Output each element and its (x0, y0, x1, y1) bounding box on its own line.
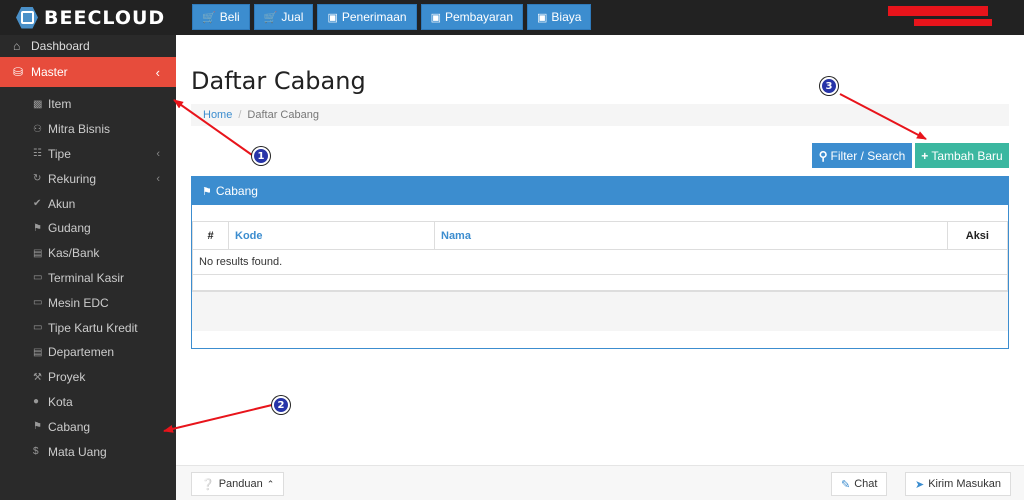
check-icon: ✔ (33, 198, 42, 210)
panduan-button[interactable]: ❔ Panduan ⌃ (191, 472, 285, 496)
sidebar-item-akun[interactable]: ✔ Akun (0, 191, 176, 216)
sidebar-item-mitra-bisnis[interactable]: ⚇ Mitra Bisnis (0, 117, 176, 142)
quick-nav: 🛒 Beli 🛒 Jual ▣ Penerimaan ▣ Pembayaran … (192, 4, 592, 30)
dollar-icon: $ (33, 446, 39, 458)
sidebar-item-master[interactable]: ⛁ Master ‹ (0, 57, 182, 87)
database-icon: ⛁ (13, 65, 24, 79)
tambah-baru-button[interactable]: + Tambah Baru (915, 143, 1009, 168)
chevron-left-icon: ‹ (156, 147, 160, 160)
breadcrumb: Home / Daftar Cabang (191, 104, 1009, 126)
chevron-left-icon: ‹ (155, 64, 160, 80)
breadcrumb-current: Daftar Cabang (247, 109, 319, 121)
department-icon: ▤ (33, 346, 43, 358)
sidebar-item-rekuring[interactable]: ↻ Rekuring ‹ (0, 166, 176, 191)
beli-button[interactable]: 🛒 Beli (192, 4, 250, 30)
biaya-button[interactable]: ▣ Biaya (527, 4, 592, 30)
warehouse-icon: ⚑ (33, 222, 42, 234)
sidebar-item-terminal-kasir[interactable]: ▭ Terminal Kasir (0, 266, 176, 291)
question-icon: ❔ (201, 478, 215, 491)
filter-search-button[interactable]: ⚲ Filter / Search (812, 143, 912, 168)
top-bar: BEECLOUD 🛒 Beli 🛒 Jual ▣ Penerimaan ▣ Pe… (0, 0, 1024, 35)
users-icon: ⚇ (33, 123, 42, 135)
sitemap-icon: ☷ (33, 148, 42, 160)
money-icon: ▣ (537, 11, 548, 24)
main-content: Daftar Cabang Home / Daftar Cabang ⚲ Fil… (176, 35, 1024, 500)
column-header-kode[interactable]: Kode (228, 221, 435, 250)
chat-button[interactable]: ✎ Chat (831, 472, 888, 496)
plus-icon: + (921, 148, 929, 163)
flag-icon: ⚑ (202, 185, 212, 198)
sidebar-item-dashboard[interactable]: ⌂ Dashboard (0, 35, 176, 57)
money-icon: ▣ (327, 11, 338, 24)
cart-icon: 🛒 (263, 11, 278, 24)
sidebar-item-departemen[interactable]: ▤ Departemen (0, 340, 176, 365)
credit-card-icon: ▭ (33, 322, 43, 334)
home-icon: ⌂ (13, 39, 21, 53)
sidebar-item-item[interactable]: ▩ Item (0, 92, 176, 117)
search-icon: ⚲ (818, 148, 828, 163)
cart-icon: 🛒 (202, 11, 216, 24)
annotation-badge-2: 2 (272, 396, 290, 414)
sidebar-item-kas-bank[interactable]: ▤ Kas/Bank (0, 241, 176, 266)
user-info-redacted (914, 19, 992, 26)
column-header-nama[interactable]: Nama (434, 221, 948, 250)
breadcrumb-separator: / (238, 109, 242, 121)
sidebar-item-proyek[interactable]: ⚒ Proyek (0, 365, 176, 390)
cabang-panel: ⚑ Cabang # Kode Nama Aksi No results fou… (191, 176, 1009, 349)
panel-footer (192, 291, 1008, 331)
chevron-left-icon: ‹ (156, 172, 160, 185)
penerimaan-button[interactable]: ▣ Penerimaan (317, 4, 417, 30)
annotation-badge-3: 3 (820, 77, 838, 95)
monitor-icon: ▭ (33, 272, 43, 284)
sidebar: ⌂ Dashboard ⛁ Master ‹ ▩ Item ⚇ Mitra Bi… (0, 35, 182, 500)
flag-icon: ⚑ (33, 421, 42, 433)
chevron-up-icon: ⌃ (266, 478, 275, 489)
annotation-badge-1: 1 (252, 147, 270, 165)
cabang-table: # Kode Nama Aksi No results found. (192, 221, 1008, 291)
cube-icon: ▩ (33, 98, 43, 110)
sidebar-item-tipe-kartu-kredit[interactable]: ▭ Tipe Kartu Kredit (0, 315, 176, 340)
map-marker-icon: ● (33, 396, 40, 408)
logo-text: BEECLOUD (44, 6, 166, 29)
logo-icon (16, 6, 38, 29)
footer-bar: ❔ Panduan ⌃ ✎ Chat ➤ Kirim Masukan (176, 465, 1024, 500)
bank-icon: ▤ (33, 247, 43, 259)
app-logo[interactable]: BEECLOUD (0, 0, 176, 35)
paper-plane-icon: ➤ (915, 478, 925, 491)
table-row (192, 274, 1008, 291)
sidebar-item-mata-uang[interactable]: $ Mata Uang (0, 439, 176, 464)
column-header-aksi: Aksi (947, 221, 1008, 250)
pembayaran-button[interactable]: ▣ Pembayaran (420, 4, 524, 30)
column-header-number: # (192, 221, 229, 250)
empty-message: No results found. (192, 249, 1008, 275)
user-menu-redacted[interactable] (888, 6, 988, 16)
sidebar-item-tipe[interactable]: ☷ Tipe ‹ (0, 142, 176, 167)
chat-icon: ✎ (841, 478, 851, 491)
breadcrumb-home-link[interactable]: Home (203, 109, 232, 121)
sidebar-item-gudang[interactable]: ⚑ Gudang (0, 216, 176, 241)
sidebar-item-mesin-edc[interactable]: ▭ Mesin EDC (0, 290, 176, 315)
page-title: Daftar Cabang (191, 67, 366, 95)
refresh-icon: ↻ (33, 173, 42, 185)
kirim-masukan-button[interactable]: ➤ Kirim Masukan (905, 472, 1011, 496)
sidebar-item-kota[interactable]: ● Kota (0, 390, 176, 415)
table-row: No results found. (192, 249, 1008, 275)
money-icon: ▣ (430, 11, 441, 24)
sidebar-item-cabang[interactable]: ⚑ Cabang (0, 414, 176, 439)
panel-header: ⚑ Cabang (192, 177, 1008, 205)
tools-icon: ⚒ (33, 371, 42, 383)
card-reader-icon: ▭ (33, 297, 43, 309)
jual-button[interactable]: 🛒 Jual (253, 4, 314, 30)
